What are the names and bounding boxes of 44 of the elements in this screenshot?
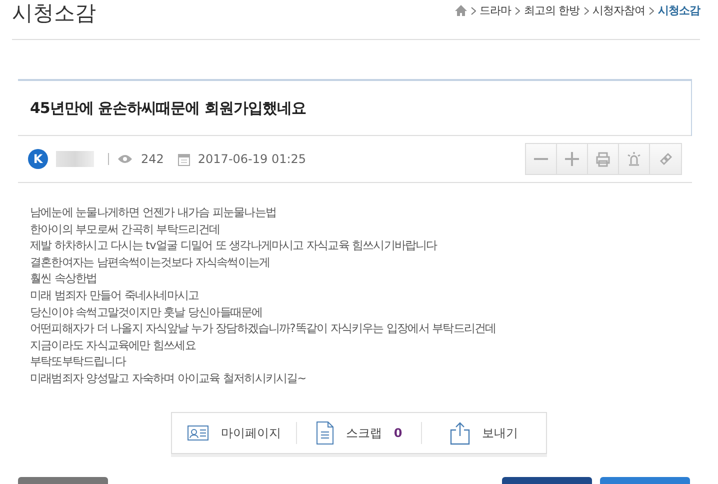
share-button[interactable]: 보내기 [421,422,546,444]
post-text-line: 미래범죄자 양성말고 자숙하며 아이교육 철저히시키시길~ [30,370,308,387]
siren-icon [626,151,642,167]
post-title: 45년만에 윤손하씨때문에 회원가입했네요 [30,99,306,117]
post-text-line: 지금이라도 자식교육에만 힘쓰세요 [30,338,197,354]
blurred-author-name [56,151,94,167]
plus-icon [564,151,580,167]
post-text-line: 결혼한여자는 남편속썩이는것보다 자식속썩이는게 [30,254,271,271]
post-text-line: 한아이의 부모로써 간곡히 부탁드리건데 [30,222,221,238]
link-button[interactable] [650,144,681,174]
home-icon[interactable] [454,5,466,16]
post-date: 2017-06-19 01:25 [198,152,306,166]
eye-icon [117,154,133,164]
chevron-icon [649,6,654,14]
chevron-icon [584,6,588,14]
breadcrumb-link[interactable]: 최고의 한방 [524,3,580,18]
chevron-icon [515,6,520,14]
post-text-line: 훨씬 속상한법 [30,271,98,288]
profile-card-icon [187,425,209,441]
share-icon [450,421,470,445]
document-icon [316,421,334,445]
page-title: 시청소감 [12,0,96,26]
print-icon [595,151,611,167]
mypage-button[interactable]: 마이페이지 [172,422,296,444]
author-avatar: K [28,149,48,169]
post-text-line: 제발 하차하시고 다시는 tv얼굴 디밀어 또 생각나게마시고 자식교육 힘쓰시기바랍니다 [30,238,438,254]
breadcrumb-link[interactable]: 시청자참여 [592,3,645,18]
view-count: 242 [141,152,164,166]
print-button[interactable] [588,144,619,174]
plus-button[interactable] [557,144,588,174]
breadcrumb-link[interactable]: 드라마 [480,3,511,18]
post-text-line: 부탁또부탁드립니다 [30,354,127,370]
post-text-line: 어떤피해자가 더 나올지 자식앞날 누가 장담하겠습니까?똑같이 자식키우는 입장에서 부탁드리건데 [30,321,497,338]
breadcrumb-link[interactable]: 시청소감 [658,3,700,18]
minus-icon [534,158,548,160]
siren-button[interactable] [619,144,650,174]
chevron-icon [470,6,476,14]
minus-button[interactable] [526,144,557,174]
post-text-line: 당신이야 속썩고말것이지만 훗날 당신아들때문에 [30,304,264,321]
scrap-button[interactable]: 스크랩 0 [296,422,421,444]
post-text-line: 미래 범죄자 만들어 죽네사네마시고 [30,288,200,304]
link-icon [658,151,674,167]
calendar-icon [178,152,190,166]
post-text-line: 남에눈에 눈물나게하면 언젠가 내가슴 피눈물나는법 [30,205,277,221]
